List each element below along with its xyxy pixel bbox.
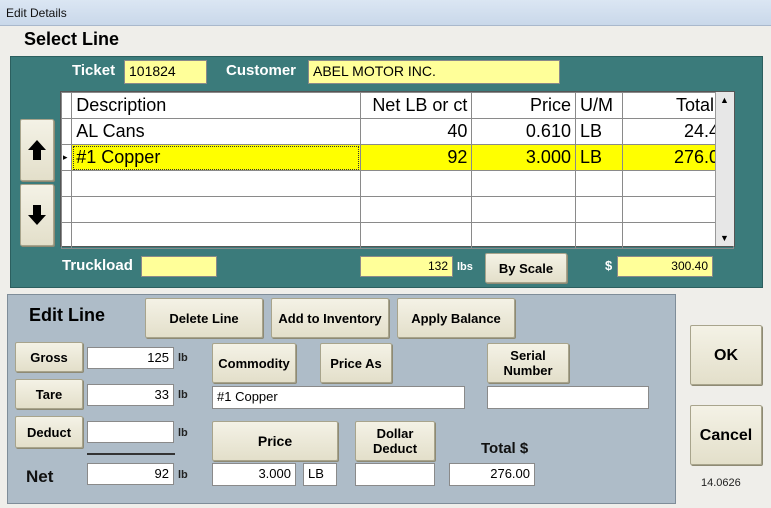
tare-unit: lb [178,389,188,401]
total-weight-field: 132 [360,256,453,277]
price-field[interactable]: 3.000 [212,463,296,486]
net-field: 92 [87,463,174,485]
net-label: Net [26,467,54,486]
price-unit-field[interactable]: LB [303,463,337,486]
column-header-net[interactable]: Net LB or ct [359,92,473,119]
table-row[interactable]: AL Cans 40 0.610 LB 24.40 [60,118,734,145]
price-button[interactable]: Price [212,421,338,461]
row-selector-header [60,92,73,119]
dollar-deduct-button[interactable]: Dollar Deduct [355,421,435,461]
column-header-um[interactable]: U/M [574,92,624,119]
table-row-empty[interactable] [60,170,734,197]
serial-number-button[interactable]: Serial Number [487,343,569,383]
title-bar: Edit Details [0,0,771,26]
net-unit: lb [178,469,188,481]
ticket-field[interactable]: 101824 [124,60,207,84]
total-dollars-field: 300.40 [617,256,713,277]
tare-button[interactable]: Tare [15,379,83,409]
column-header-price[interactable]: Price [471,92,576,119]
table-row-empty[interactable] [60,196,734,223]
cell-net[interactable]: 92 [359,144,473,171]
price-as-button[interactable]: Price As [320,343,392,383]
dollar-deduct-field[interactable] [355,463,435,486]
move-up-button[interactable] [20,119,54,181]
ticket-label: Ticket [72,62,116,79]
deduct-button[interactable]: Deduct [15,416,83,448]
current-row-marker-icon: ▸ [60,144,73,171]
scroll-up-icon[interactable]: ▲ [720,95,729,105]
cell-price[interactable]: 3.000 [471,144,576,171]
deduct-field[interactable] [87,421,174,443]
dollar-sign-label: $ [605,258,613,273]
window-title: Edit Details [6,6,67,20]
cell-um[interactable]: LB [574,144,624,171]
total-field: 276.00 [449,463,535,486]
deduct-unit: lb [178,427,188,439]
tare-field[interactable]: 33 [87,384,174,406]
arrow-down-icon [28,205,46,225]
arrow-up-icon [28,140,46,160]
serial-number-field[interactable] [487,386,649,409]
scroll-down-icon[interactable]: ▼ [720,233,729,243]
table-row-empty[interactable] [60,222,734,249]
add-to-inventory-button[interactable]: Add to Inventory [271,298,389,338]
select-line-heading: Select Line [24,29,120,49]
total-label: Total $ [481,440,529,457]
gross-field[interactable]: 125 [87,347,174,369]
cancel-button[interactable]: Cancel [690,405,762,465]
cell-net[interactable]: 40 [359,118,473,145]
customer-label: Customer [226,62,297,79]
grid-header-row: Description Net LB or ct Price U/M Total… [60,92,734,119]
row-selector[interactable] [60,118,73,145]
total-weight-unit: lbs [457,261,473,273]
truckload-label: Truckload [62,257,133,274]
table-row-selected[interactable]: ▸ #1 Copper 92 3.000 LB 276.00 [60,144,734,171]
cell-description[interactable]: #1 Copper [71,144,361,171]
column-header-description[interactable]: Description [71,92,361,119]
apply-balance-button[interactable]: Apply Balance [397,298,515,338]
gross-unit: lb [178,352,188,364]
line-items-grid[interactable]: Description Net LB or ct Price U/M Total… [60,91,735,249]
grid-scrollbar[interactable]: ▲ ▼ [715,92,734,246]
cell-description[interactable]: AL Cans [71,118,361,145]
gross-button[interactable]: Gross [15,342,83,372]
edit-line-heading: Edit Line [29,305,105,325]
commodity-button[interactable]: Commodity [212,343,296,383]
version-label: 14.0626 [701,477,741,489]
cell-price[interactable]: 0.610 [471,118,576,145]
cell-um[interactable]: LB [574,118,624,145]
ok-button[interactable]: OK [690,325,762,385]
commodity-field[interactable]: #1 Copper [212,386,465,409]
truckload-field[interactable] [141,256,217,277]
by-scale-button[interactable]: By Scale [485,253,567,283]
delete-line-button[interactable]: Delete Line [145,298,263,338]
customer-field[interactable]: ABEL MOTOR INC. [308,60,560,84]
move-down-button[interactable] [20,184,54,246]
net-divider [87,453,175,455]
